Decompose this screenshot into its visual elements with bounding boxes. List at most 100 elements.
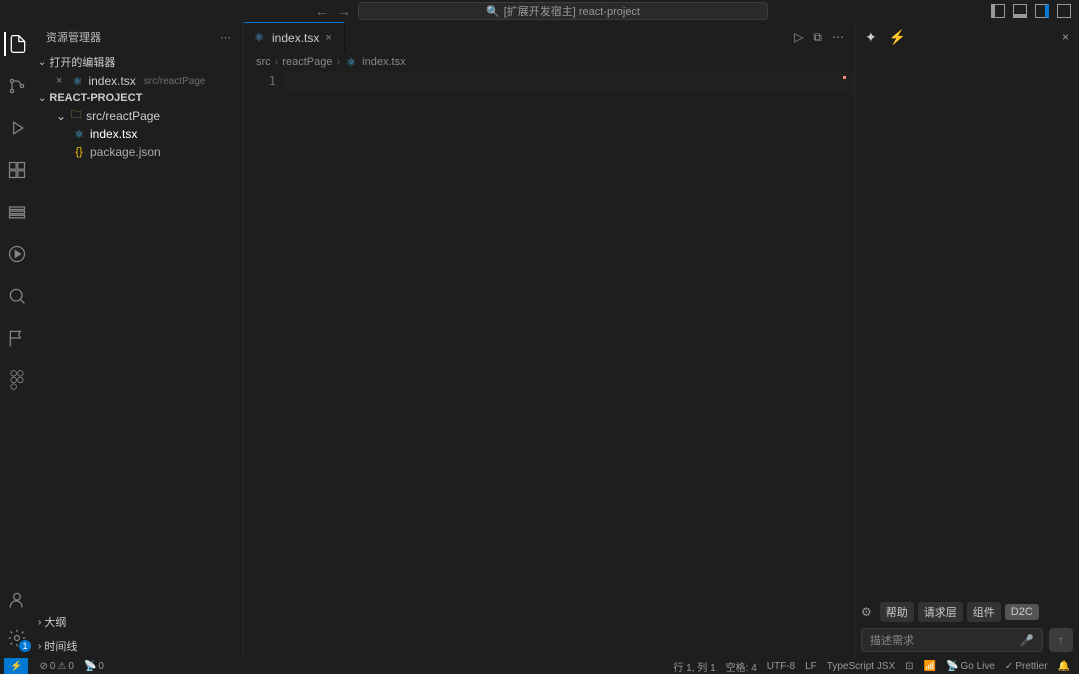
file-name: package.json — [90, 145, 161, 159]
footer-tab-component[interactable]: 组件 — [967, 602, 1001, 622]
error-count: 0 — [50, 661, 56, 672]
breadcrumb-item[interactable]: reactPage — [282, 56, 332, 68]
project-header[interactable]: ⌄ REACT-PROJECT — [34, 90, 243, 106]
mic-icon[interactable]: 🎤 — [1020, 634, 1034, 647]
remote-indicator[interactable]: ⚡ — [4, 658, 28, 674]
layout-customize-icon[interactable] — [1057, 4, 1071, 18]
minimap-error-marker — [843, 76, 846, 79]
sidebar: 资源管理器 ⋯ ⌄ 打开的编辑器 × ⚛ index.tsx src/react… — [34, 22, 244, 658]
sidebar-title-text: 资源管理器 — [46, 29, 101, 45]
chevron-down-icon: ⌄ — [56, 109, 66, 123]
open-editor-item[interactable]: × ⚛ index.tsx src/reactPage — [34, 72, 243, 90]
json-file-icon: {} — [72, 146, 86, 158]
status-prettier[interactable]: ✓ Prettier — [1000, 659, 1053, 674]
split-icon[interactable]: ⧉ — [813, 30, 822, 45]
status-language[interactable]: TypeScript JSX — [822, 659, 900, 674]
breadcrumb-item[interactable]: src — [256, 56, 271, 68]
warning-icon: ⚠ — [57, 661, 66, 672]
warning-count: 0 — [68, 661, 74, 672]
breadcrumb-item[interactable]: index.tsx — [362, 56, 405, 68]
nav-forward-icon[interactable]: → — [337, 3, 351, 19]
figma-icon[interactable] — [5, 368, 29, 392]
code-line[interactable] — [284, 72, 854, 90]
remote-icon: ⚡ — [10, 661, 22, 672]
close-icon[interactable]: × — [1062, 30, 1069, 44]
search-text: [扩展开发宿主] react-project — [504, 3, 640, 19]
footer-tab-request[interactable]: 请求层 — [918, 602, 963, 622]
layout-left-icon[interactable] — [991, 4, 1005, 18]
breadcrumb-sep: › — [337, 56, 341, 68]
layout-bottom-icon[interactable] — [1013, 4, 1027, 18]
play-circle-icon[interactable] — [5, 242, 29, 266]
line-number: 1 — [252, 74, 276, 88]
sidebar-more-icon[interactable]: ⋯ — [220, 31, 231, 44]
status-golive[interactable]: 📡 Go Live — [941, 659, 1000, 674]
footer-tabs: ⚙ 帮助 请求层 组件 D2C — [861, 602, 1073, 622]
prettier-label: Prettier — [1015, 661, 1047, 672]
settings-badge: 1 — [19, 640, 31, 652]
status-spaces[interactable]: 空格: 4 — [721, 659, 762, 674]
activity-bar: 1 — [0, 22, 34, 658]
status-screencast-icon[interactable]: ⊡ — [900, 659, 918, 674]
account-icon[interactable] — [5, 588, 29, 612]
nav-arrows: ← → — [315, 3, 351, 19]
extensions-icon[interactable] — [5, 158, 29, 182]
open-editors-header[interactable]: ⌄ 打开的编辑器 — [34, 52, 243, 72]
sparkle-icon[interactable]: ✦ — [865, 29, 877, 46]
search-icon[interactable] — [5, 284, 29, 308]
command-center[interactable]: 🔍 [扩展开发宿主] react-project — [358, 2, 768, 20]
layout-right-icon[interactable] — [1035, 4, 1049, 18]
settings-gear-icon[interactable]: 1 — [5, 626, 29, 650]
statusbar: ⚡ ⊘ 0 ⚠ 0 📡 0 行 1, 列 1 空格: 4 UTF-8 LF Ty… — [0, 658, 1079, 674]
status-antenna-icon[interactable]: 📶 — [919, 659, 941, 674]
debug-icon[interactable] — [5, 116, 29, 140]
run-icon[interactable]: ▷ — [794, 30, 803, 45]
timeline-label: 时间线 — [44, 638, 77, 654]
status-bell-icon[interactable]: 🔔 — [1053, 659, 1075, 674]
editor-area: ⚛ index.tsx × ▷ ⧉ ⋯ src › reactPage › ⚛ … — [244, 22, 854, 658]
right-panel: ✦ ⚡ × ⚙ 帮助 请求层 组件 D2C 描述需求 🎤 ↑ — [854, 22, 1079, 658]
breadcrumb[interactable]: src › reactPage › ⚛ index.tsx — [244, 52, 854, 72]
line-gutter: 1 — [244, 72, 284, 658]
outline-header[interactable]: › 大纲 — [34, 610, 243, 634]
remote-explorer-icon[interactable] — [5, 200, 29, 224]
file-path: src/reactPage — [144, 76, 206, 87]
react-file-icon: ⚛ — [344, 56, 358, 69]
file-item-index[interactable]: ⚛ index.tsx — [34, 125, 243, 143]
broadcast-icon: 📡 — [946, 661, 958, 672]
chat-placeholder: 描述需求 — [870, 632, 914, 648]
flag-icon[interactable] — [5, 326, 29, 350]
gear-icon[interactable]: ⚙ — [861, 605, 872, 619]
chevron-right-icon: › — [38, 617, 41, 628]
explorer-icon[interactable] — [4, 32, 28, 56]
tab-index[interactable]: ⚛ index.tsx × — [244, 22, 345, 52]
chat-input[interactable]: 描述需求 🎤 — [861, 628, 1043, 652]
editor-body[interactable]: 1 — [244, 72, 854, 658]
footer-tab-help[interactable]: 帮助 — [880, 602, 914, 622]
close-icon[interactable]: × — [325, 32, 331, 44]
send-button[interactable]: ↑ — [1049, 628, 1073, 652]
chevron-right-icon: › — [38, 641, 41, 652]
react-file-icon: ⚛ — [70, 75, 84, 88]
file-name: index.tsx — [88, 74, 135, 88]
lightning-icon[interactable]: ⚡ — [889, 29, 906, 46]
right-panel-footer: ⚙ 帮助 请求层 组件 D2C 描述需求 🎤 ↑ — [855, 596, 1079, 658]
radio-count: 0 — [98, 661, 104, 672]
search-icon: 🔍 — [486, 5, 500, 18]
status-errors[interactable]: ⊘ 0 ⚠ 0 — [34, 661, 78, 672]
react-file-icon: ⚛ — [252, 31, 266, 44]
file-item-package[interactable]: {} package.json — [34, 143, 243, 161]
status-encoding[interactable]: UTF-8 — [762, 659, 800, 674]
status-cursor[interactable]: 行 1, 列 1 — [668, 659, 720, 674]
folder-item[interactable]: ⌄ 🗀 src/reactPage — [34, 106, 243, 125]
footer-tab-d2c[interactable]: D2C — [1005, 604, 1039, 620]
code-content[interactable] — [284, 72, 854, 658]
check-icon: ✓ — [1005, 661, 1013, 672]
status-eol[interactable]: LF — [800, 659, 822, 674]
nav-back-icon[interactable]: ← — [315, 3, 329, 19]
source-control-icon[interactable] — [5, 74, 29, 98]
timeline-header[interactable]: › 时间线 — [34, 634, 243, 658]
close-icon[interactable]: × — [56, 75, 62, 87]
more-icon[interactable]: ⋯ — [832, 30, 844, 45]
status-radio[interactable]: 📡 0 — [79, 661, 109, 672]
